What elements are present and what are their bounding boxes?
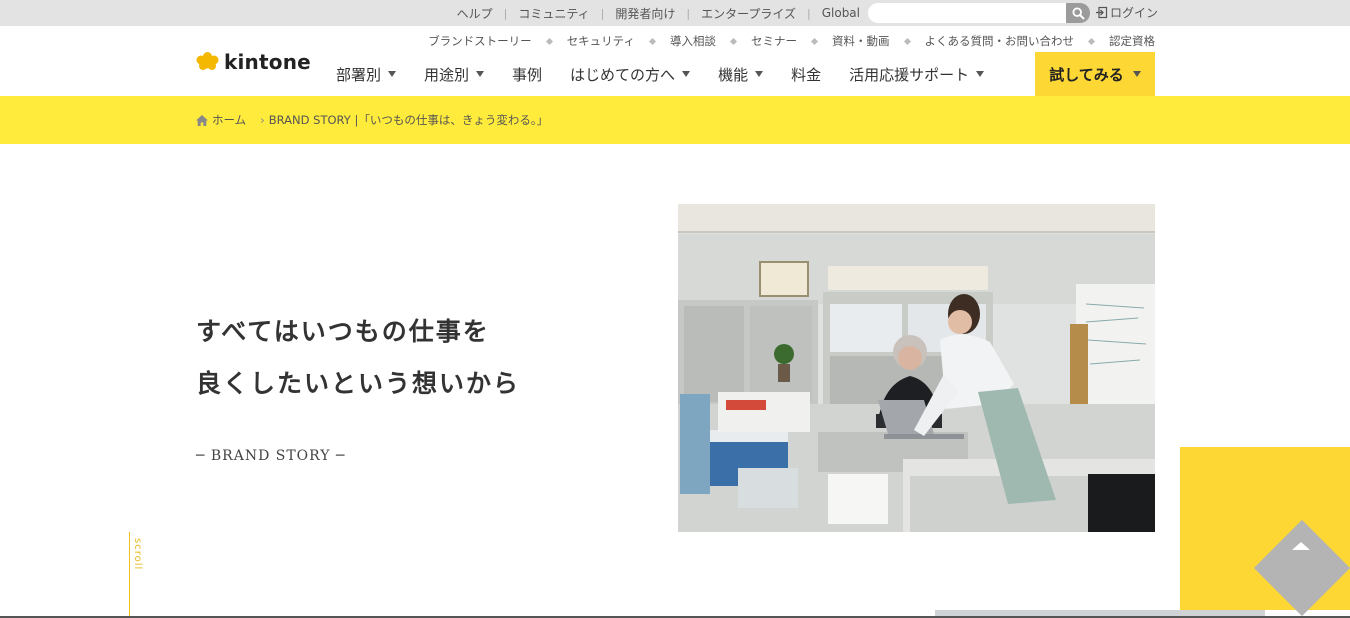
dropdown-arrow-icon	[682, 71, 691, 77]
nav-item-label: 活用応援サポート	[849, 65, 970, 84]
breadcrumb-current: BRAND STORY |「いつもの仕事は、きょう変わる。」	[268, 113, 549, 127]
nav-item-beginners[interactable]: はじめての方へ	[556, 52, 704, 96]
nav-item-pricing[interactable]: 料金	[777, 52, 835, 96]
sub-nav-seminar[interactable]: セミナー	[751, 33, 797, 49]
dropdown-arrow-icon	[388, 71, 397, 77]
nav-item-support[interactable]: 活用応援サポート	[835, 52, 998, 96]
nav-item-features[interactable]: 機能	[704, 52, 777, 96]
nav-item-label: 事例	[512, 65, 543, 84]
hero-title-line2: 良くしたいという想いから	[196, 369, 521, 398]
separator: |	[600, 6, 605, 20]
nav-item-label: はじめての方へ	[570, 65, 676, 84]
utility-links: ヘルプ | コミュニティ | 開発者向け | エンタープライズ | Global	[457, 0, 860, 26]
dropdown-arrow-icon	[976, 71, 985, 77]
dropdown-arrow-icon	[476, 71, 485, 77]
kintone-logo-icon	[196, 52, 219, 70]
nav-item-use-cases[interactable]: 用途別	[410, 52, 498, 96]
login-label: ログイン	[1110, 6, 1159, 20]
logo[interactable]: kintone	[195, 50, 311, 74]
dropdown-arrow-icon	[755, 71, 764, 77]
search-button[interactable]	[1066, 3, 1090, 23]
nav-item-label: 部署別	[336, 65, 382, 84]
sub-nav-divider	[1087, 37, 1096, 45]
logo-text: kintone	[224, 50, 311, 74]
sub-nav-divider	[729, 37, 738, 45]
search-box	[868, 3, 1090, 23]
sub-nav-faq[interactable]: よくある質問・お問い合わせ	[925, 33, 1075, 49]
enterprise-link[interactable]: エンタープライズ	[701, 5, 796, 22]
sub-nav-materials[interactable]: 資料・動画	[832, 33, 890, 49]
sub-nav-certification[interactable]: 認定資格	[1109, 33, 1155, 49]
scroll-line	[129, 532, 130, 618]
arrow-up-icon	[1292, 542, 1310, 550]
separator: |	[686, 6, 691, 20]
hero-title-line1: すべてはいつもの仕事を	[196, 317, 490, 346]
sub-nav-divider	[810, 37, 819, 45]
login-icon	[1096, 6, 1108, 19]
breadcrumb-band: ホーム › BRAND STORY |「いつもの仕事は、きょう変わる。」	[0, 96, 1350, 144]
sub-nav: ブランドストーリー セキュリティ 導入相談 セミナー 資料・動画 よくある質問・…	[428, 33, 1155, 49]
try-button[interactable]: 試してみる	[1035, 52, 1155, 96]
nav-item-label: 料金	[791, 65, 822, 84]
nav-item-label: 用途別	[424, 65, 470, 84]
search-input[interactable]	[868, 3, 1066, 23]
login-link[interactable]: ログイン	[1095, 4, 1158, 21]
search-icon	[1071, 6, 1085, 20]
nav-item-cases[interactable]: 事例	[498, 52, 556, 96]
chevron-right-icon: ›	[260, 113, 265, 127]
sub-nav-divider	[648, 37, 657, 45]
global-link[interactable]: Global	[822, 6, 860, 20]
sub-nav-security[interactable]: セキュリティ	[567, 33, 635, 49]
sub-nav-divider	[545, 37, 553, 45]
breadcrumb: ホーム › BRAND STORY |「いつもの仕事は、きょう変わる。」	[196, 112, 548, 128]
community-link[interactable]: コミュニティ	[518, 5, 589, 22]
home-icon	[196, 114, 208, 126]
nav-item-departments[interactable]: 部署別	[322, 52, 410, 96]
help-link[interactable]: ヘルプ	[457, 5, 493, 22]
separator: |	[807, 6, 811, 20]
scroll-label: scroll	[132, 538, 143, 571]
developer-link[interactable]: 開発者向け	[615, 5, 675, 22]
sub-nav-consult[interactable]: 導入相談	[670, 33, 716, 49]
sub-nav-divider	[903, 37, 911, 45]
sub-nav-brand-story[interactable]: ブランドストーリー	[428, 33, 532, 49]
hero-title: すべてはいつもの仕事を 良くしたいという想いから	[196, 306, 520, 410]
dropdown-arrow-icon	[1132, 71, 1141, 77]
utility-bar: ヘルプ | コミュニティ | 開発者向け | エンタープライズ | Global…	[0, 0, 1350, 26]
try-button-label: 試してみる	[1049, 65, 1124, 84]
hero-photo	[678, 204, 1155, 532]
separator: |	[503, 6, 508, 20]
main-nav: 部署別 用途別 事例 はじめての方へ 機能 料金 活用応援サポート	[322, 52, 998, 96]
hero-subtitle: ─ BRAND STORY ─	[196, 448, 346, 464]
nav-item-label: 機能	[718, 65, 749, 84]
breadcrumb-home[interactable]: ホーム	[212, 112, 246, 128]
